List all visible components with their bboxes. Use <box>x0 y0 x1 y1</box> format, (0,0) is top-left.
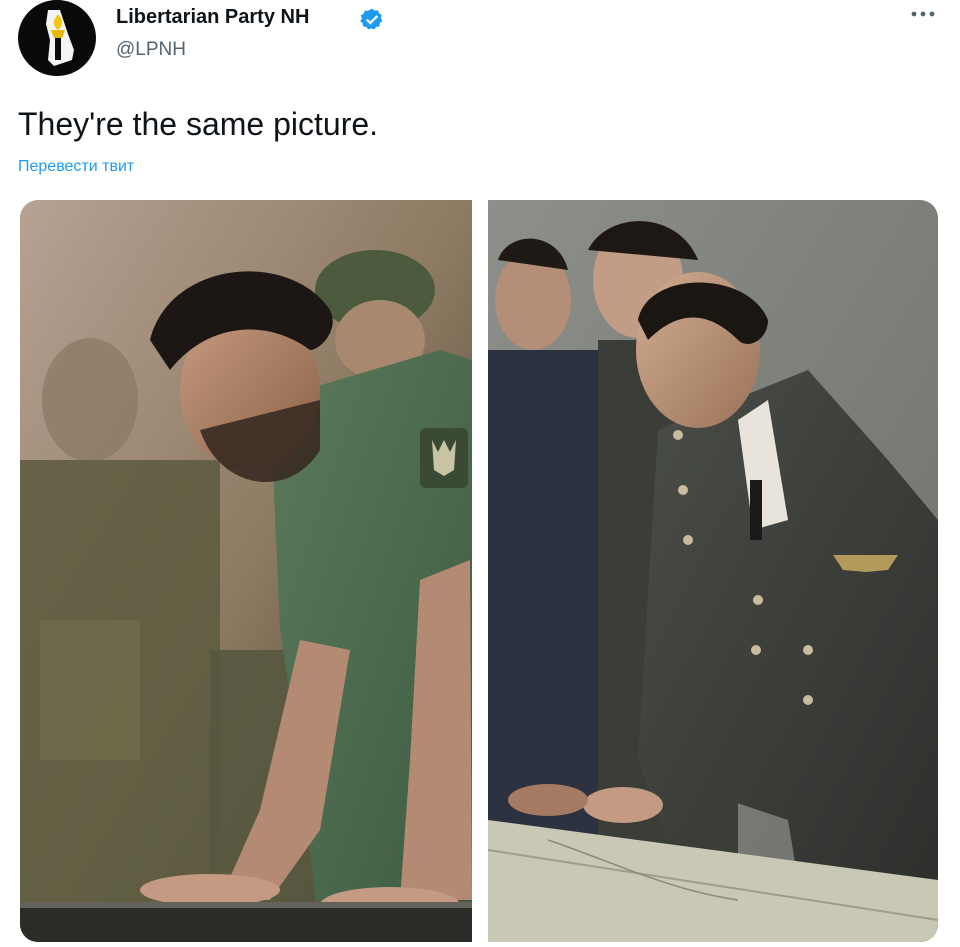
more-options-icon[interactable] <box>905 4 945 28</box>
tweet-text: They're the same picture. <box>18 106 379 142</box>
tweet-header: Libertarian Party NH @LPNH <box>0 0 960 80</box>
photo-left-image <box>20 200 472 942</box>
verified-badge-icon <box>360 8 383 30</box>
torch-state-logo-icon <box>19 0 95 76</box>
author-handle[interactable]: @LPNH <box>116 39 186 61</box>
photo-left[interactable] <box>20 200 472 942</box>
photo-right-image <box>488 200 938 942</box>
author-display-name[interactable]: Libertarian Party NH <box>116 6 309 29</box>
author-avatar[interactable] <box>18 0 96 76</box>
photo-right[interactable] <box>488 200 938 942</box>
tweet-media-grid[interactable] <box>20 200 938 942</box>
translate-tweet-link[interactable]: Перевести твит <box>18 158 134 176</box>
